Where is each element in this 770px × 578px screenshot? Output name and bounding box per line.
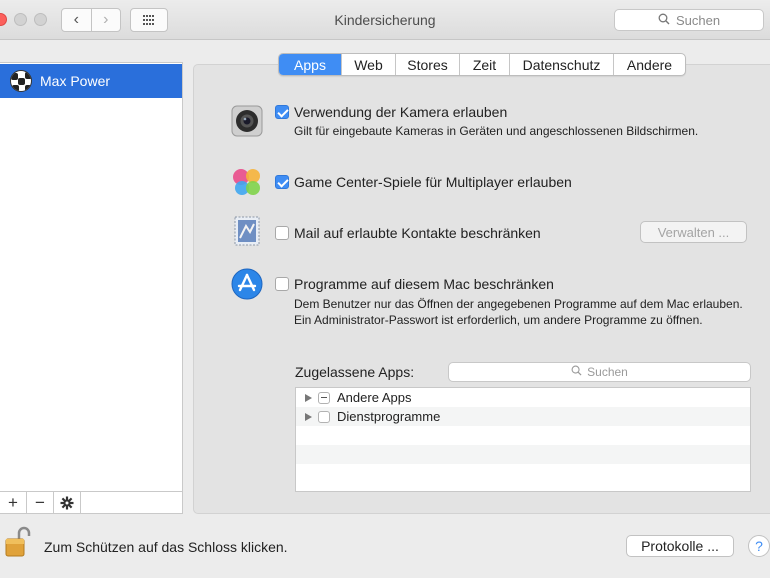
disclosure-triangle-icon[interactable] [305,393,312,402]
add-user-button[interactable]: + [0,492,27,513]
tab-datenschutz[interactable]: Datenschutz [509,54,613,75]
mail-checkbox[interactable] [275,226,289,240]
search-icon [571,365,582,379]
user-list: Max Power + − [0,62,183,514]
programs-description: Dem Benutzer nur das Öffnen der angegebe… [294,297,743,327]
settings-button[interactable] [54,492,81,513]
user-item-max-power[interactable]: Max Power [0,64,182,98]
programs-checkbox[interactable] [275,277,289,291]
tab-bar: Apps Web Stores Zeit Datenschutz Andere [278,53,686,76]
camera-label: Verwendung der Kamera erlauben [294,104,508,120]
soccer-ball-icon [10,70,32,92]
disclosure-triangle-icon[interactable] [305,412,312,421]
tab-zeit[interactable]: Zeit [459,54,509,75]
tab-apps[interactable]: Apps [279,54,341,75]
logs-button[interactable]: Protokolle ... [626,535,734,557]
camera-description: Gilt für eingebaute Kameras in Geräten u… [294,124,699,138]
game-center-label: Game Center-Spiele für Multiplayer erlau… [294,174,572,190]
empty-row [296,464,750,483]
programs-label: Programme auf diesem Mac beschränken [294,276,554,292]
camera-checkbox[interactable] [275,105,289,119]
camera-icon [231,105,263,137]
user-list-toolbar: + − [0,491,182,513]
game-center-checkbox[interactable] [275,175,289,189]
search-field[interactable]: Suchen [614,9,764,31]
lock-hint-text: Zum Schützen auf das Schloss klicken. [44,539,288,555]
allowed-apps-label: Zugelassene Apps: [295,364,415,380]
apps-search-placeholder: Suchen [587,365,628,379]
tab-web[interactable]: Web [341,54,395,75]
user-name: Max Power [40,73,111,89]
allowed-apps-list: Andere Apps Dienstprogramme [295,387,751,492]
game-center-icon [233,169,260,195]
title-bar: ‹ › Kindersicherung Suchen [0,0,770,40]
apps-search-field[interactable]: Suchen [448,362,751,382]
manage-contacts-button[interactable]: Verwalten ... [640,221,747,243]
app-group-checkbox[interactable] [318,410,330,423]
mail-stamp-icon [234,216,260,246]
remove-user-button[interactable]: − [27,492,54,513]
search-icon [658,13,670,28]
tab-stores[interactable]: Stores [395,54,459,75]
search-placeholder: Suchen [675,12,721,28]
gear-icon [60,496,74,509]
app-group-name: Andere Apps [337,390,412,405]
empty-row [296,445,750,464]
app-store-icon [231,268,263,300]
lock-icon[interactable] [5,525,31,557]
app-group-name: Dienstprogramme [337,409,441,424]
list-item[interactable]: Dienstprogramme [296,407,750,426]
mail-label: Mail auf erlaubte Kontakte beschränken [294,225,541,241]
empty-row [296,426,750,445]
list-item[interactable]: Andere Apps [296,388,750,407]
app-group-checkbox[interactable] [318,391,330,404]
tab-andere[interactable]: Andere [613,54,685,75]
help-button[interactable]: ? [748,535,770,557]
